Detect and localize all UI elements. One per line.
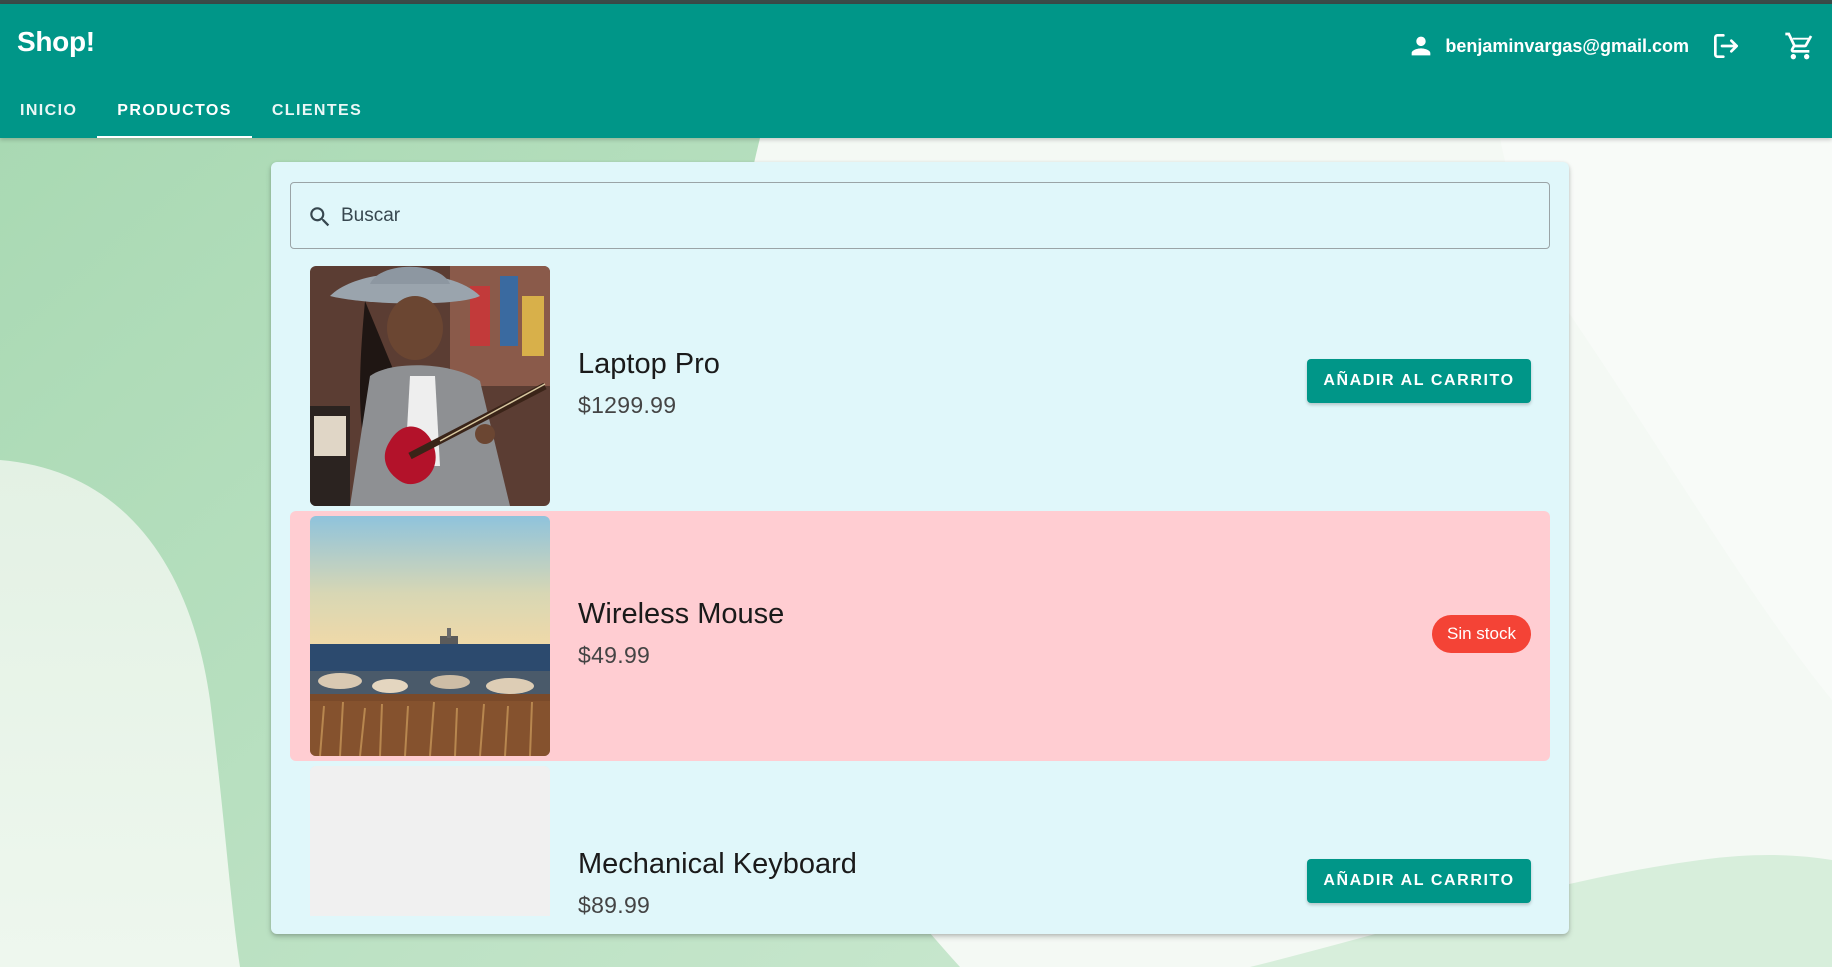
products-card: Laptop Pro $1299.99 AÑADIR AL CARRITO: [271, 162, 1569, 934]
product-price: $49.99: [578, 642, 651, 668]
product-price: $1299.99: [578, 392, 677, 418]
search-input[interactable]: [341, 183, 1531, 248]
tab-inicio[interactable]: INICIO: [0, 84, 97, 138]
product-row: Wireless Mouse $49.99 Sin stock: [290, 511, 1550, 761]
logout-button[interactable]: [1708, 28, 1744, 64]
person-icon: [1412, 36, 1431, 56]
product-info: Mechanical Keyboard $89.99: [578, 846, 857, 916]
product-name: Mechanical Keyboard: [578, 848, 857, 880]
product-name: Wireless Mouse: [578, 598, 785, 630]
product-row: Laptop Pro $1299.99 AÑADIR AL CARRITO: [290, 261, 1550, 511]
add-to-cart-button[interactable]: AÑADIR AL CARRITO: [1307, 359, 1531, 403]
tab-productos[interactable]: PRODUCTOS: [97, 84, 252, 138]
product-name: Laptop Pro: [578, 348, 720, 380]
search-box: [290, 182, 1550, 249]
add-to-cart-button[interactable]: AÑADIR AL CARRITO: [1307, 859, 1531, 903]
logout-icon: [1714, 34, 1738, 58]
search-icon: [310, 207, 330, 227]
product-list: Laptop Pro $1299.99 AÑADIR AL CARRITO Wi…: [290, 261, 1550, 916]
product-info: Laptop Pro $1299.99: [578, 346, 720, 419]
app-bar: Shop! benjaminvargas@gmail.com INICIO PR…: [0, 4, 1832, 138]
shopping-cart-icon: [1785, 32, 1813, 60]
product-info: Wireless Mouse $49.99: [578, 596, 784, 669]
product-price: $89.99: [578, 892, 651, 916]
tab-clientes[interactable]: CLIENTES: [252, 84, 382, 138]
product-image: [310, 766, 550, 916]
main-tabs: INICIO PRODUCTOS CLIENTES: [0, 84, 382, 138]
brand-title[interactable]: Shop!: [17, 26, 95, 58]
cart-button[interactable]: [1782, 28, 1818, 64]
product-image: [310, 516, 550, 756]
product-image: [310, 266, 550, 506]
user-email: benjaminvargas@gmail.com: [1445, 35, 1689, 56]
product-row: Mechanical Keyboard $89.99 AÑADIR AL CAR…: [290, 761, 1550, 916]
out-of-stock-badge: Sin stock: [1432, 615, 1531, 653]
user-info: benjaminvargas@gmail.com: [1407, 30, 1689, 62]
